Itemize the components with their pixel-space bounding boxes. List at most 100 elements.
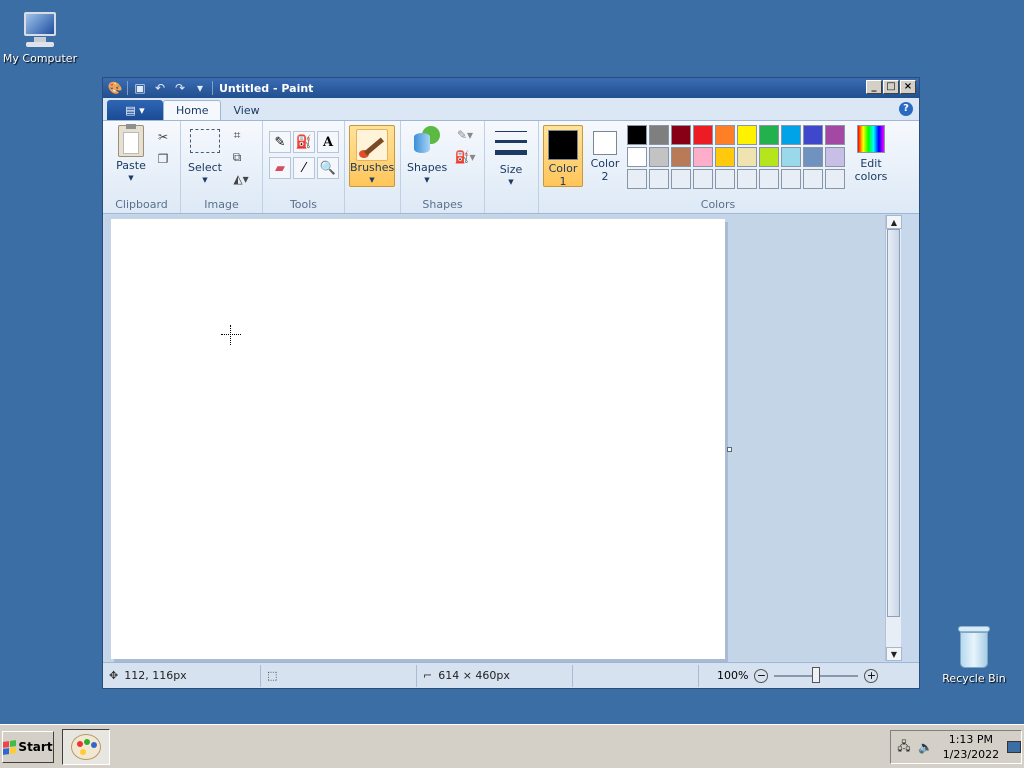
group-brushes: Brushes ▼	[345, 121, 401, 213]
palette-color-swatch[interactable]	[803, 125, 823, 145]
clock[interactable]: 1:13 PM 1/23/2022	[943, 732, 999, 762]
palette-color-swatch[interactable]	[693, 147, 713, 167]
resize-icon[interactable]: ⧉	[227, 147, 247, 167]
zoom-in-button[interactable]: +	[864, 668, 879, 683]
help-icon[interactable]: ?	[899, 102, 913, 116]
canvas-area: ▲ ▼	[105, 215, 902, 661]
scroll-thumb[interactable]	[887, 229, 900, 617]
status-empty	[573, 664, 699, 687]
palette-color-swatch[interactable]	[649, 125, 669, 145]
start-button[interactable]: Start	[2, 731, 54, 763]
palette-color-swatch[interactable]	[737, 125, 757, 145]
palette-color-swatch[interactable]	[759, 147, 779, 167]
size-label: Size	[499, 163, 523, 176]
brushes-button[interactable]: Brushes ▼	[349, 125, 395, 187]
zoom-out-button[interactable]: −	[754, 668, 769, 683]
save-icon[interactable]: ▣	[132, 80, 148, 96]
vertical-scrollbar[interactable]: ▲ ▼	[885, 215, 902, 661]
paste-button[interactable]: Paste ▼	[113, 124, 149, 185]
quick-access-toolbar: 🎨 ▣ ↶ ↷ ▾	[103, 78, 213, 98]
desktop-icon-recycle-bin[interactable]: Recycle Bin	[934, 624, 1014, 685]
outline-icon[interactable]: ✎▾	[451, 125, 479, 145]
ribbon-tabs: ▤ ▾ Home View ?	[103, 98, 919, 120]
taskbar: Start 🖧 🔈 1:13 PM 1/23/2022	[0, 724, 1024, 768]
palette-color-swatch[interactable]	[803, 169, 823, 189]
group-tools: ✎ ⛽ A ▰ ⁄ 🔍 Tools	[263, 121, 345, 213]
color-picker-icon[interactable]: ⁄	[293, 157, 315, 179]
palette-color-swatch[interactable]	[825, 125, 845, 145]
palette-color-swatch[interactable]	[781, 169, 801, 189]
scroll-down-icon[interactable]: ▼	[886, 647, 902, 661]
text-icon[interactable]: A	[317, 131, 339, 153]
show-desktop-icon[interactable]	[1007, 741, 1021, 753]
customize-qat-icon[interactable]: ▾	[192, 80, 208, 96]
tab-view[interactable]: View	[221, 100, 271, 120]
palette-color-swatch[interactable]	[671, 125, 691, 145]
palette-color-swatch[interactable]	[649, 147, 669, 167]
palette-color-swatch[interactable]	[693, 125, 713, 145]
size-button[interactable]: Size ▼	[493, 129, 529, 189]
palette-color-swatch[interactable]	[759, 169, 779, 189]
palette-color-swatch[interactable]	[825, 147, 845, 167]
drawing-canvas[interactable]	[111, 219, 725, 659]
cursor-position-text: 112, 116px	[124, 669, 187, 682]
fill-shape-icon[interactable]: ⛽▾	[451, 147, 479, 167]
pencil-icon[interactable]: ✎	[269, 131, 291, 153]
paint-app-icon[interactable]: 🎨	[107, 80, 123, 96]
palette-color-swatch[interactable]	[715, 125, 735, 145]
palette-color-swatch[interactable]	[649, 169, 669, 189]
close-button[interactable]: ×	[900, 80, 916, 94]
magnifier-icon[interactable]: 🔍	[317, 157, 339, 179]
palette-color-swatch[interactable]	[671, 147, 691, 167]
rotate-icon[interactable]: ◭▾	[227, 169, 255, 189]
tab-home[interactable]: Home	[163, 100, 222, 120]
status-image-size: ⌐ 614 × 460px	[417, 664, 573, 687]
scroll-up-icon[interactable]: ▲	[886, 215, 902, 229]
group-colors: Color 1 Color 2 Edit colors Colors	[539, 121, 897, 213]
undo-icon[interactable]: ↶	[152, 80, 168, 96]
crop-icon[interactable]: ⌗	[227, 125, 247, 145]
copy-icon[interactable]: ❐	[153, 149, 173, 169]
palette-color-swatch[interactable]	[737, 169, 757, 189]
taskbar-paint-button[interactable]	[62, 729, 110, 765]
palette-color-swatch[interactable]	[693, 169, 713, 189]
color-palette	[627, 125, 845, 189]
selection-size-icon: ⬚	[267, 669, 278, 682]
palette-color-swatch[interactable]	[715, 169, 735, 189]
color2-button[interactable]: Color 2	[585, 125, 625, 187]
palette-color-swatch[interactable]	[627, 147, 647, 167]
canvas-resize-handle[interactable]	[727, 447, 732, 452]
redo-icon[interactable]: ↷	[172, 80, 188, 96]
volume-icon[interactable]: 🔈	[917, 738, 935, 756]
rainbow-icon	[857, 125, 885, 153]
desktop-icon-my-computer[interactable]: My Computer	[0, 10, 80, 65]
palette-color-swatch[interactable]	[737, 147, 757, 167]
cut-icon[interactable]: ✂	[153, 127, 173, 147]
clipboard-icon	[118, 124, 144, 157]
select-button[interactable]: Select ▼	[187, 127, 223, 187]
palette-color-swatch[interactable]	[781, 147, 801, 167]
app-menu-button[interactable]: ▤ ▾	[107, 100, 163, 120]
palette-color-swatch[interactable]	[715, 147, 735, 167]
shapes-button[interactable]: Shapes ▼	[407, 125, 447, 187]
edit-colors-button[interactable]: Edit colors	[851, 125, 891, 183]
fill-icon[interactable]: ⛽	[293, 131, 315, 153]
palette-color-swatch[interactable]	[781, 125, 801, 145]
zoom-slider[interactable]	[774, 666, 859, 683]
select-label: Select	[188, 161, 222, 174]
palette-color-swatch[interactable]	[627, 169, 647, 189]
zoom-slider-thumb[interactable]	[812, 666, 821, 683]
shapes-label: Shapes	[407, 161, 448, 174]
group-clipboard: Paste ▼ ✂ ❐ Clipboard	[103, 121, 181, 213]
palette-color-swatch[interactable]	[671, 169, 691, 189]
color1-button[interactable]: Color 1	[543, 125, 583, 188]
eraser-icon[interactable]: ▰	[269, 157, 291, 179]
network-icon[interactable]: 🖧	[895, 738, 913, 756]
palette-color-swatch[interactable]	[803, 147, 823, 167]
palette-color-swatch[interactable]	[825, 169, 845, 189]
palette-color-swatch[interactable]	[627, 125, 647, 145]
ribbon: Paste ▼ ✂ ❐ Clipboard Select ▼ ⌗ ⧉ ◭▾ Im…	[103, 120, 919, 214]
palette-color-swatch[interactable]	[759, 125, 779, 145]
maximize-button[interactable]: □	[883, 80, 899, 94]
minimize-button[interactable]: _	[866, 80, 882, 94]
